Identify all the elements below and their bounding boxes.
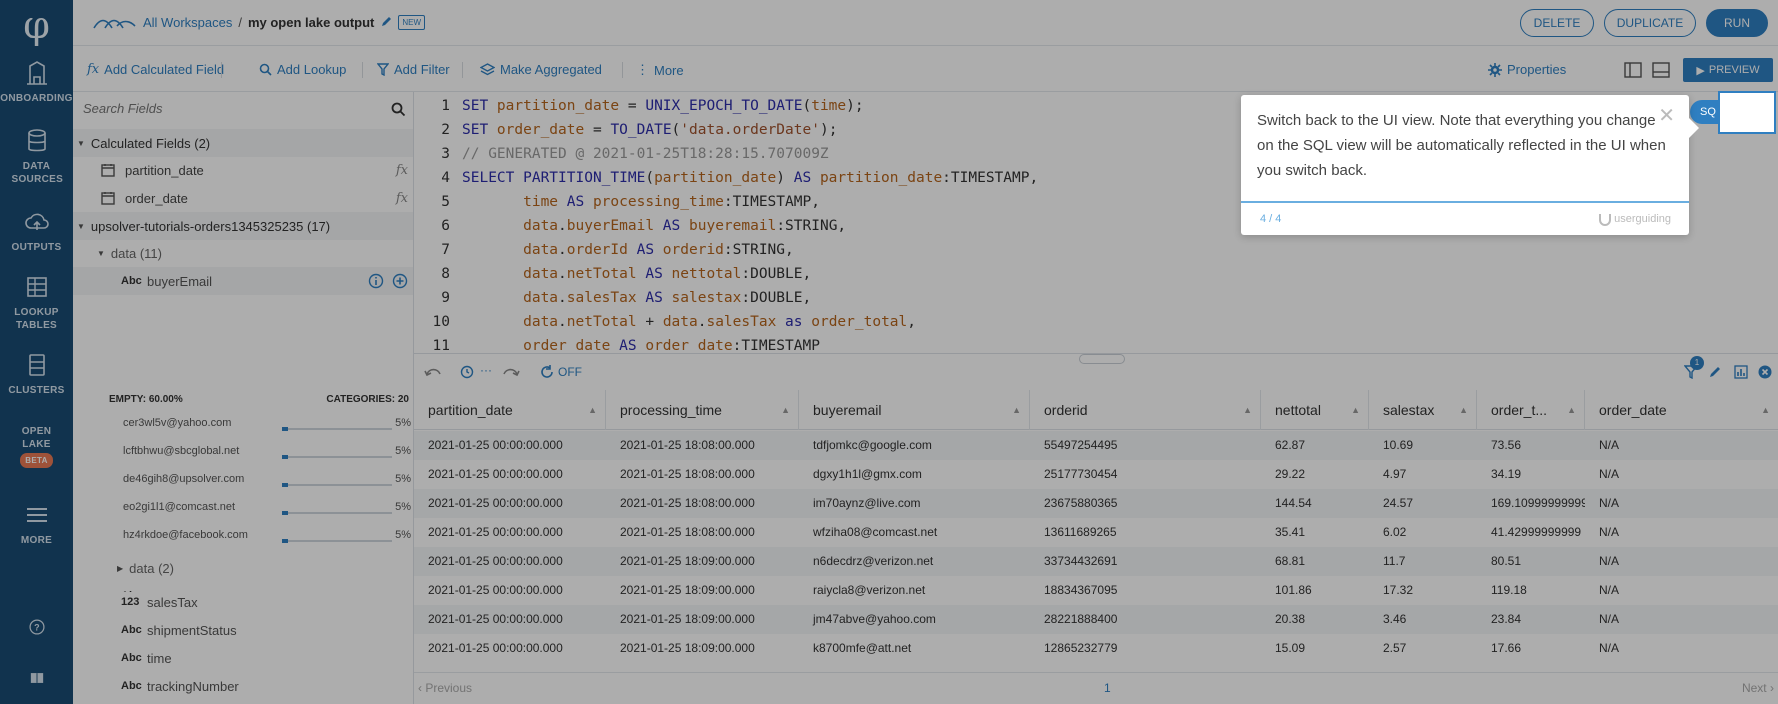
sql-toggle-label: SQ: [1700, 106, 1716, 118]
close-icon[interactable]: ✕: [1658, 103, 1675, 128]
tooltip-footer: 4 / 4 userguiding: [1241, 201, 1689, 235]
userguiding-logo-icon: [1599, 214, 1612, 226]
spotlight-highlight: [1718, 91, 1776, 134]
brand-mark: userguiding: [1599, 212, 1671, 226]
tooltip-arrow: [1688, 117, 1699, 139]
tour-tooltip: Switch back to the UI view. Note that ev…: [1241, 95, 1699, 235]
tooltip-text: Switch back to the UI view. Note that ev…: [1257, 112, 1666, 179]
step-counter: 4 / 4: [1260, 213, 1282, 225]
